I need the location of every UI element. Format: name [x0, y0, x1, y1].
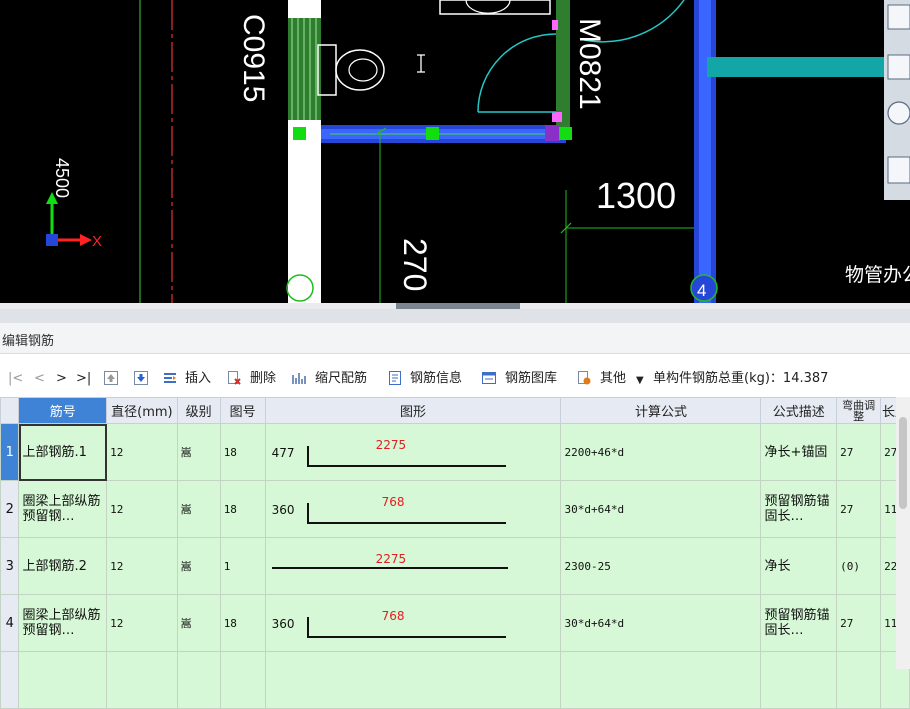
axis-x-label: X: [92, 233, 102, 250]
bend-adjust-cell[interactable]: 27: [836, 423, 882, 481]
table-header-row: 筋号 直径(mm) 级别 图号 图形 计算公式 公式描述 弯曲调整 长度: [0, 397, 910, 424]
formula-desc-cell[interactable]: 预留钢筋锚固长…: [760, 594, 838, 652]
insert-icon[interactable]: [163, 371, 177, 385]
row-number[interactable]: 1: [0, 423, 20, 481]
other-icon[interactable]: [577, 371, 591, 385]
table-vertical-scrollbar[interactable]: [896, 397, 910, 669]
shape-left-value: 360: [271, 617, 295, 631]
diameter-cell[interactable]: 12: [106, 594, 178, 652]
row-number[interactable]: 3: [0, 537, 20, 595]
column-header[interactable]: 公式描述: [760, 397, 838, 424]
delete-button[interactable]: 删除: [250, 370, 276, 388]
formula-cell[interactable]: 30*d+64*d: [560, 594, 762, 652]
bar-name-cell[interactable]: 圈梁上部纵筋预留钢…: [18, 480, 108, 538]
grade-cell[interactable]: 嵩: [176, 594, 221, 652]
formula-desc-cell[interactable]: 预留钢筋锚固长…: [760, 480, 838, 538]
rebar-table: 筋号 直径(mm) 级别 图号 图形 计算公式 公式描述 弯曲调整 长度 1 上…: [0, 397, 910, 709]
shape-cell[interactable]: 477 2275: [264, 423, 562, 481]
figure-no-cell[interactable]: 18: [219, 594, 266, 652]
grade-cell[interactable]: 嵩: [176, 537, 221, 595]
shape-cell[interactable]: 2275: [264, 537, 562, 595]
column-header[interactable]: 直径(mm): [106, 397, 178, 424]
delete-icon[interactable]: [227, 371, 241, 385]
figure-no-cell[interactable]: 18: [219, 423, 266, 481]
diameter-cell[interactable]: 12: [106, 537, 178, 595]
figure-no-cell[interactable]: 18: [219, 480, 266, 538]
column-header[interactable]: 弯曲调整: [836, 397, 882, 424]
diameter-cell[interactable]: 12: [106, 423, 178, 481]
column-header[interactable]: 筋号: [18, 397, 108, 424]
shape-left-value: 477: [271, 446, 295, 460]
column-header[interactable]: 图形: [264, 397, 562, 424]
bend-adjust-cell[interactable]: 27: [836, 480, 882, 538]
rebar-info-icon[interactable]: [388, 371, 402, 385]
formula-cell[interactable]: 2200+46*d: [560, 423, 762, 481]
scrollbar-thumb[interactable]: [899, 417, 907, 509]
shape-drawing: [306, 617, 506, 638]
formula-desc-cell[interactable]: 净长: [760, 537, 838, 595]
nav-last-button[interactable]: >|: [76, 370, 91, 388]
pane-splitter[interactable]: [0, 303, 910, 323]
bend-adjust-cell[interactable]: 27: [836, 594, 882, 652]
bar-name-cell[interactable]: 上部钢筋.2: [18, 537, 108, 595]
move-up-icon[interactable]: [104, 371, 118, 385]
row-number[interactable]: 2: [0, 480, 20, 538]
figure-no-cell[interactable]: 1: [219, 537, 266, 595]
shape-cell[interactable]: 360 768: [264, 594, 562, 652]
shape-length-value: 768: [381, 495, 405, 509]
grade-cell[interactable]: 嵩: [176, 480, 221, 538]
column-header[interactable]: 计算公式: [560, 397, 762, 424]
rebar-library-button[interactable]: 钢筋图库: [505, 370, 557, 388]
cad-viewport[interactable]: C0915 M0821 1300 270 4500 X 4 物管办公: [0, 0, 910, 303]
table-row[interactable]: 2 圈梁上部纵筋预留钢… 12 嵩 18 360 768 30*d+64*d 预…: [0, 480, 910, 538]
window-code-label: C0915: [237, 14, 270, 102]
table-row[interactable]: 3 上部钢筋.2 12 嵩 1 2275 2300-25 净长 (0) 227: [0, 537, 910, 595]
nav-first-button[interactable]: |<: [8, 370, 23, 388]
shape-length-value: 768: [381, 609, 405, 623]
rebar-info-button[interactable]: 钢筋信息: [410, 370, 462, 388]
table-row[interactable]: 4 圈梁上部纵筋预留钢… 12 嵩 18 360 768 30*d+64*d 预…: [0, 594, 910, 652]
bar-name-cell[interactable]: 上部钢筋.1: [18, 423, 108, 481]
shape-cell[interactable]: 360 768: [264, 480, 562, 538]
row-number[interactable]: 4: [0, 594, 20, 652]
grid-number-label: 4: [697, 281, 706, 300]
scale-rebar-button[interactable]: 缩尺配筋: [315, 370, 367, 388]
dimension-1300-label: 1300: [596, 175, 676, 216]
shape-left-value: 360: [271, 503, 295, 517]
panel-title-bar: 编辑钢筋: [0, 323, 910, 354]
column-header[interactable]: 级别: [176, 397, 221, 424]
insert-button[interactable]: 插入: [185, 370, 211, 388]
formula-cell[interactable]: 30*d+64*d: [560, 480, 762, 538]
bend-adjust-cell[interactable]: (0): [836, 537, 882, 595]
column-header[interactable]: 图号: [219, 397, 266, 424]
formula-desc-cell[interactable]: 净长+锚固: [760, 423, 838, 481]
table-row[interactable]: 1 上部钢筋.1 12 嵩 18 477 2275 2200+46*d 净长+锚…: [0, 423, 910, 481]
nav-next-button[interactable]: >: [56, 370, 67, 388]
table-row[interactable]: [0, 651, 910, 709]
move-down-icon[interactable]: [134, 371, 148, 385]
chevron-down-icon[interactable]: ▼: [636, 372, 644, 390]
nav-prev-button[interactable]: <: [34, 370, 45, 388]
formula-cell[interactable]: 2300-25: [560, 537, 762, 595]
floor-plan-drawing: C0915 M0821 1300 270 4500 X 4 物管办公: [46, 0, 910, 303]
shape-drawing: [306, 503, 506, 524]
dimension-270-label: 270: [397, 238, 433, 291]
shape-length-value: 2275: [375, 552, 407, 566]
other-menu-button[interactable]: 其他: [600, 370, 626, 388]
door-code-label: M0821: [573, 18, 606, 110]
shape-drawing: [271, 567, 508, 569]
room-label: 物管办公: [845, 264, 910, 286]
bar-name-cell[interactable]: 圈梁上部纵筋预留钢…: [18, 594, 108, 652]
panel-title: 编辑钢筋: [2, 334, 55, 349]
shape-length-value: 2275: [375, 438, 407, 452]
total-weight-label: 单构件钢筋总重(kg)：14.387: [653, 371, 829, 386]
rebar-toolbar: |< < > >| 插入 删除 缩尺配筋 钢筋信息 钢筋图库 其他 ▼ 单构件钢…: [0, 362, 910, 396]
diameter-cell[interactable]: 12: [106, 480, 178, 538]
rebar-library-icon[interactable]: [482, 371, 496, 385]
grade-cell[interactable]: 嵩: [176, 423, 221, 481]
scale-rebar-icon[interactable]: [292, 371, 306, 385]
axis-y-value-label: 4500: [52, 158, 72, 198]
